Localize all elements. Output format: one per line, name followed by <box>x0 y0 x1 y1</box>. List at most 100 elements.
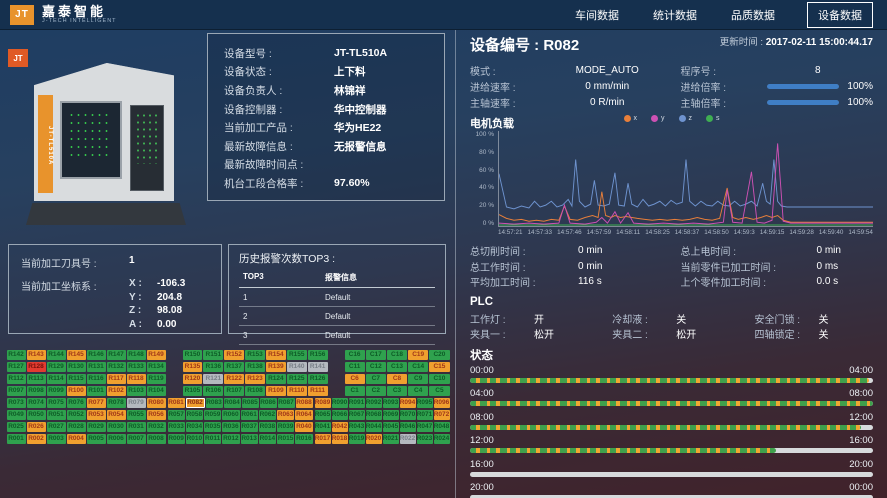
tag-R116[interactable]: R116 <box>87 374 106 384</box>
tag-R013[interactable]: R013 <box>241 434 258 444</box>
tag-R094[interactable]: R094 <box>400 398 416 408</box>
tag-R147[interactable]: R147 <box>107 350 126 360</box>
tag-R073[interactable]: R073 <box>7 398 26 408</box>
tag-R096[interactable]: R096 <box>434 398 450 408</box>
tag-R089[interactable]: R089 <box>315 398 331 408</box>
tag-R090[interactable]: R090 <box>332 398 348 408</box>
tag-R055[interactable]: R055 <box>127 410 146 420</box>
tag-R099[interactable]: R099 <box>47 386 66 396</box>
tag-R068[interactable]: R068 <box>366 410 382 420</box>
tag-R127[interactable]: R127 <box>7 362 26 372</box>
tag-R014[interactable]: R014 <box>259 434 276 444</box>
tag-C15[interactable]: C15 <box>429 362 449 372</box>
tag-R093[interactable]: R093 <box>383 398 399 408</box>
tag-R155[interactable]: R155 <box>287 350 307 360</box>
tag-R109[interactable]: R109 <box>266 386 286 396</box>
tag-R037[interactable]: R037 <box>241 422 258 432</box>
tag-R034[interactable]: R034 <box>186 422 203 432</box>
tag-C6[interactable]: C6 <box>345 374 365 384</box>
tag-R072[interactable]: R072 <box>434 410 450 420</box>
tag-R049[interactable]: R049 <box>7 410 26 420</box>
tag-C7[interactable]: C7 <box>366 374 386 384</box>
tag-R074[interactable]: R074 <box>27 398 46 408</box>
tag-C12[interactable]: C12 <box>366 362 386 372</box>
tag-R023[interactable]: R023 <box>417 434 433 444</box>
tag-R104[interactable]: R104 <box>147 386 166 396</box>
tag-R087[interactable]: R087 <box>278 398 295 408</box>
tag-R036[interactable]: R036 <box>222 422 239 432</box>
tag-R005[interactable]: R005 <box>87 434 106 444</box>
tag-R142[interactable]: R142 <box>7 350 26 360</box>
tag-R031[interactable]: R031 <box>127 422 146 432</box>
tag-R004[interactable]: R004 <box>67 434 86 444</box>
tag-R069[interactable]: R069 <box>383 410 399 420</box>
tag-R106[interactable]: R106 <box>203 386 223 396</box>
tag-R124[interactable]: R124 <box>266 374 286 384</box>
tag-C14[interactable]: C14 <box>408 362 428 372</box>
tag-R058[interactable]: R058 <box>186 410 203 420</box>
tag-R152[interactable]: R152 <box>224 350 244 360</box>
tag-R084[interactable]: R084 <box>224 398 241 408</box>
tag-C10[interactable]: C10 <box>429 374 449 384</box>
tag-R033[interactable]: R033 <box>168 422 185 432</box>
tag-R044[interactable]: R044 <box>366 422 382 432</box>
tag-R025[interactable]: R025 <box>7 422 26 432</box>
tag-C13[interactable]: C13 <box>387 362 407 372</box>
tag-R149[interactable]: R149 <box>147 350 166 360</box>
tag-R071[interactable]: R071 <box>417 410 433 420</box>
tag-R046[interactable]: R046 <box>400 422 416 432</box>
tag-R066[interactable]: R066 <box>332 410 348 420</box>
tag-C19[interactable]: C19 <box>408 350 428 360</box>
tag-R021[interactable]: R021 <box>383 434 399 444</box>
tag-C9[interactable]: C9 <box>408 374 428 384</box>
tag-R121[interactable]: R121 <box>203 374 223 384</box>
tag-R077[interactable]: R077 <box>87 398 106 408</box>
tag-R082[interactable]: R082 <box>186 398 205 408</box>
tag-R148[interactable]: R148 <box>127 350 146 360</box>
tag-R118[interactable]: R118 <box>127 374 146 384</box>
tag-R107[interactable]: R107 <box>224 386 244 396</box>
tag-R120[interactable]: R120 <box>183 374 203 384</box>
tag-R011[interactable]: R011 <box>204 434 221 444</box>
tag-R122[interactable]: R122 <box>224 374 244 384</box>
tag-R075[interactable]: R075 <box>47 398 66 408</box>
tag-R016[interactable]: R016 <box>295 434 312 444</box>
tag-R001[interactable]: R001 <box>7 434 26 444</box>
tag-R146[interactable]: R146 <box>87 350 106 360</box>
tag-C1[interactable]: C1 <box>345 386 365 396</box>
tag-R050[interactable]: R050 <box>27 410 46 420</box>
tag-R052[interactable]: R052 <box>67 410 86 420</box>
tag-R134[interactable]: R134 <box>147 362 166 372</box>
tag-R038[interactable]: R038 <box>259 422 276 432</box>
tag-R102[interactable]: R102 <box>107 386 126 396</box>
tag-R015[interactable]: R015 <box>277 434 294 444</box>
tag-R103[interactable]: R103 <box>127 386 146 396</box>
tag-R006[interactable]: R006 <box>107 434 126 444</box>
tag-R054[interactable]: R054 <box>107 410 126 420</box>
tag-R061[interactable]: R061 <box>241 410 258 420</box>
tag-R113[interactable]: R113 <box>27 374 46 384</box>
tag-R130[interactable]: R130 <box>67 362 86 372</box>
tag-R132[interactable]: R132 <box>107 362 126 372</box>
tag-R079[interactable]: R079 <box>127 398 146 408</box>
tag-R059[interactable]: R059 <box>204 410 221 420</box>
tag-C5[interactable]: C5 <box>429 386 449 396</box>
tag-R091[interactable]: R091 <box>349 398 365 408</box>
tag-R067[interactable]: R067 <box>349 410 365 420</box>
tag-R028[interactable]: R028 <box>67 422 86 432</box>
tag-R137[interactable]: R137 <box>224 362 244 372</box>
tag-R024[interactable]: R024 <box>434 434 450 444</box>
tag-R097[interactable]: R097 <box>7 386 26 396</box>
tag-R092[interactable]: R092 <box>366 398 382 408</box>
tag-R098[interactable]: R098 <box>27 386 46 396</box>
nav-tab-statistics[interactable]: 统计数据 <box>651 3 699 27</box>
tag-C3[interactable]: C3 <box>387 386 407 396</box>
tag-C18[interactable]: C18 <box>387 350 407 360</box>
tag-R143[interactable]: R143 <box>27 350 46 360</box>
tag-R115[interactable]: R115 <box>67 374 86 384</box>
tag-R008[interactable]: R008 <box>147 434 166 444</box>
tag-R062[interactable]: R062 <box>259 410 276 420</box>
tag-R154[interactable]: R154 <box>266 350 286 360</box>
tag-R100[interactable]: R100 <box>67 386 86 396</box>
tag-R126[interactable]: R126 <box>308 374 328 384</box>
